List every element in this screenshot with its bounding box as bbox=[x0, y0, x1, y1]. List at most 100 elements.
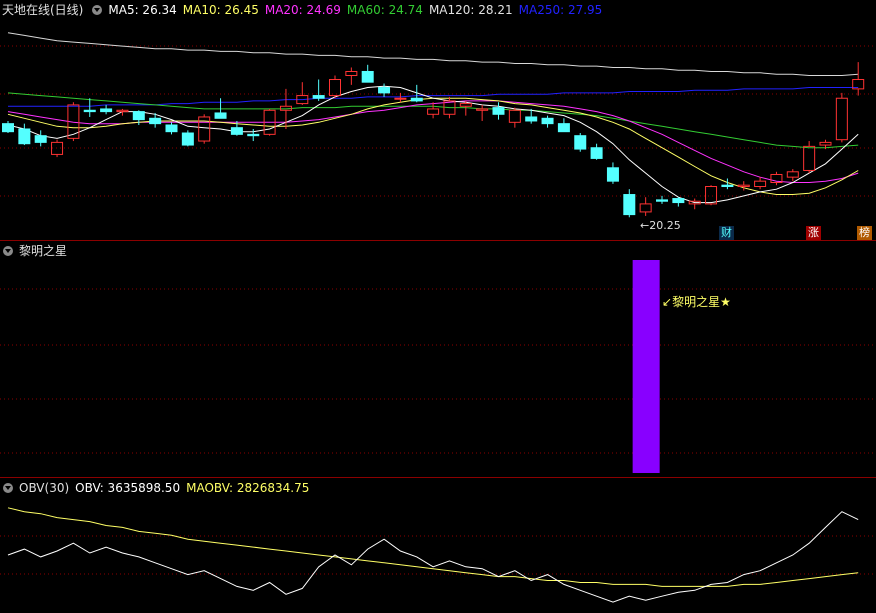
candle bbox=[639, 197, 652, 216]
candle bbox=[770, 171, 783, 186]
candle bbox=[476, 104, 489, 121]
candle bbox=[361, 64, 374, 83]
ma-label: MA60: 24.74 bbox=[346, 3, 423, 17]
signal-title: 黎明之星 bbox=[19, 244, 68, 258]
candle-body bbox=[181, 132, 194, 146]
candle bbox=[165, 122, 178, 135]
price-header: 天地在线(日线) MA5: 26.34 MA10: 26.45 MA20: 24.69… bbox=[0, 0, 876, 20]
candle bbox=[34, 130, 47, 147]
ma-legend: MA5: 26.34 MA10: 26.45 MA20: 24.69 MA60: 24… bbox=[108, 3, 608, 17]
ma60-line bbox=[7, 92, 859, 149]
candle-body bbox=[835, 97, 848, 141]
signal-chart bbox=[0, 260, 876, 473]
candle-body bbox=[803, 145, 816, 171]
candle-body bbox=[786, 171, 799, 178]
candle-body bbox=[819, 141, 832, 146]
signal-bar bbox=[632, 260, 660, 473]
candle bbox=[312, 79, 325, 101]
candle-body bbox=[574, 135, 587, 150]
candle-body bbox=[639, 203, 652, 213]
tag-ranking[interactable]: 榜 bbox=[857, 226, 872, 240]
candle bbox=[492, 102, 505, 120]
candle-body bbox=[34, 135, 47, 143]
candle-body bbox=[18, 128, 31, 145]
candle bbox=[508, 107, 521, 128]
ma-label: MA5: 26.34 bbox=[108, 3, 177, 17]
candle-body bbox=[214, 112, 227, 119]
candle bbox=[623, 189, 636, 218]
candle bbox=[852, 62, 865, 96]
collapse-toggle-icon[interactable] bbox=[92, 5, 103, 15]
candle bbox=[557, 118, 570, 133]
signal-pane[interactable]: 黎明之星 ↙黎明之星★ bbox=[0, 241, 876, 477]
candle-body bbox=[590, 147, 603, 159]
collapse-toggle-icon[interactable] bbox=[3, 246, 13, 256]
candle bbox=[296, 82, 309, 105]
candle bbox=[214, 98, 227, 119]
candlestick-chart[interactable] bbox=[0, 0, 876, 240]
candle-body bbox=[623, 194, 636, 216]
candle bbox=[345, 67, 358, 85]
candle bbox=[656, 195, 668, 204]
candle-body bbox=[427, 108, 440, 115]
candle bbox=[18, 123, 31, 146]
candle-body bbox=[410, 97, 423, 102]
signal-header: 黎明之星 bbox=[0, 241, 876, 261]
candle-body bbox=[165, 124, 178, 133]
maobv-value: MAOBV: 2826834.75 bbox=[186, 481, 310, 495]
candle-body bbox=[2, 123, 14, 133]
candle bbox=[378, 83, 391, 97]
candle-body bbox=[476, 108, 489, 111]
candle bbox=[688, 198, 701, 210]
candle bbox=[116, 108, 129, 116]
candle bbox=[574, 133, 587, 152]
obv-value: OBV: 3635898.50 bbox=[75, 481, 181, 495]
candle-body bbox=[737, 184, 750, 188]
ma-label: MA10: 26.45 bbox=[182, 3, 259, 17]
ma-label: MA250: 27.95 bbox=[518, 3, 603, 17]
candle-body bbox=[606, 167, 619, 182]
obv-chart bbox=[0, 507, 876, 603]
candle bbox=[786, 169, 799, 182]
candle-body bbox=[83, 109, 96, 113]
candle bbox=[100, 104, 113, 115]
obv-title: OBV(30) bbox=[19, 481, 70, 495]
candle-body bbox=[312, 95, 325, 99]
candle-body bbox=[557, 123, 570, 133]
ma-label: MA20: 24.69 bbox=[264, 3, 341, 17]
candle-body bbox=[247, 133, 260, 137]
candle-body bbox=[656, 199, 668, 202]
candle-body bbox=[705, 186, 718, 205]
candle bbox=[754, 177, 767, 190]
candle-body bbox=[508, 109, 521, 123]
candle bbox=[181, 130, 194, 147]
candle-body bbox=[672, 198, 685, 204]
candle bbox=[2, 120, 14, 134]
candle-body bbox=[754, 180, 767, 188]
candle-body bbox=[378, 87, 391, 94]
obv-pane[interactable]: OBV(30) OBV: 3635898.50 MAOBV: 2826834.75 bbox=[0, 478, 876, 613]
signal-annotation: ↙黎明之星★ bbox=[662, 295, 731, 309]
candle-body bbox=[492, 107, 505, 115]
candle bbox=[803, 141, 816, 174]
candle-body bbox=[116, 109, 129, 113]
collapse-toggle-icon[interactable] bbox=[3, 483, 13, 493]
candle bbox=[590, 143, 603, 160]
obv-header: OBV(30) OBV: 3635898.50 MAOBV: 2826834.75 bbox=[0, 478, 876, 498]
candle-body bbox=[230, 127, 243, 135]
candle bbox=[541, 115, 554, 128]
price-pane[interactable]: 天地在线(日线) MA5: 26.34 MA10: 26.45 MA20: 24.69… bbox=[0, 0, 876, 240]
candle-body bbox=[459, 103, 472, 107]
candle-body bbox=[525, 116, 538, 122]
ma-label: MA120: 28.21 bbox=[428, 3, 513, 17]
obv-line bbox=[7, 511, 859, 603]
candle bbox=[427, 102, 440, 119]
candle-body bbox=[721, 184, 734, 188]
candle bbox=[606, 162, 619, 184]
candle-body bbox=[100, 108, 113, 113]
tag-finance[interactable]: 财 bbox=[719, 226, 734, 240]
ma120-line bbox=[7, 32, 859, 76]
candle bbox=[198, 114, 211, 144]
candle-body bbox=[361, 70, 374, 83]
tag-limit-up[interactable]: 涨 bbox=[806, 226, 821, 240]
